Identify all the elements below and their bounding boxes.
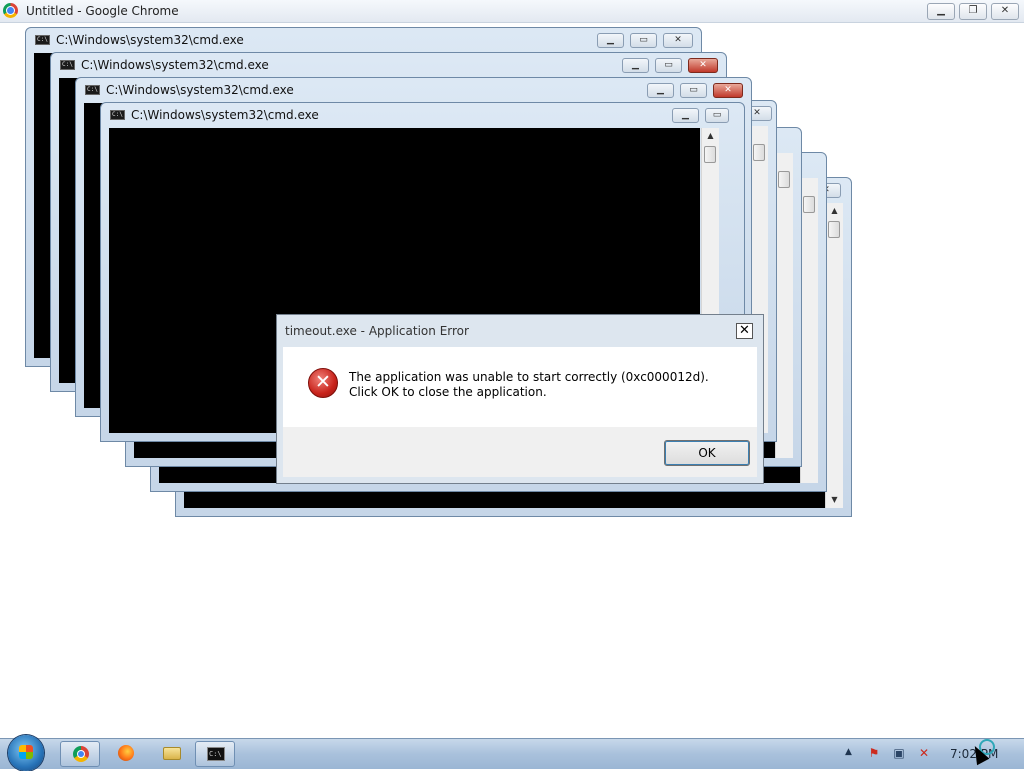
scroll-up-icon[interactable]: ▲ — [826, 203, 843, 219]
scroll-thumb[interactable] — [828, 221, 840, 238]
dialog-title: timeout.exe - Application Error — [285, 324, 469, 338]
chrome-icon — [73, 746, 89, 762]
vertical-scrollbar[interactable] — [800, 178, 818, 483]
application-error-dialog[interactable]: timeout.exe - Application Error ✕ ✕ The … — [276, 314, 764, 484]
scroll-thumb[interactable] — [778, 171, 790, 188]
maximize-button[interactable]: ▭ — [705, 108, 729, 123]
cmd-icon: C:\ — [35, 35, 50, 45]
maximize-button[interactable]: ▭ — [630, 33, 657, 48]
minimize-button[interactable]: ▁ — [672, 108, 699, 123]
scroll-thumb[interactable] — [753, 144, 765, 161]
maximize-button[interactable]: ▭ — [680, 83, 707, 98]
scroll-down-icon[interactable]: ▼ — [826, 492, 843, 508]
start-button[interactable] — [8, 735, 44, 771]
volume-muted-icon[interactable]: ✕ — [916, 746, 932, 761]
vertical-scrollbar[interactable]: ▲ ▼ — [825, 203, 843, 508]
chrome-maximize-button[interactable]: ❐ — [959, 3, 987, 20]
firefox-icon — [118, 745, 134, 761]
window-title-bar[interactable]: C:\ C:\Windows\system32\cmd.exe ▁ ▭ ✕ — [51, 53, 726, 78]
window-title-bar[interactable]: C:\ C:\Windows\system32\cmd.exe ▁ ▭ — [101, 103, 744, 128]
chrome-icon — [3, 3, 18, 18]
taskbar-cmd[interactable]: C:\ — [195, 741, 235, 767]
close-button[interactable]: ✕ — [713, 83, 743, 98]
chrome-minimize-button[interactable]: ▁ — [927, 3, 955, 20]
ok-button[interactable]: OK — [664, 440, 750, 466]
show-hidden-icons-button[interactable]: ▲ — [845, 747, 852, 757]
taskbar-firefox[interactable] — [106, 741, 146, 767]
close-button[interactable]: ✕ — [688, 58, 718, 73]
window-title: C:\Windows\system32\cmd.exe — [131, 108, 319, 122]
maximize-button[interactable]: ▭ — [655, 58, 682, 73]
window-title-bar[interactable]: C:\ C:\Windows\system32\cmd.exe ▁ ▭ ✕ — [76, 78, 751, 103]
cmd-icon: C:\ — [207, 747, 225, 761]
action-center-flag-icon[interactable]: ⚑ — [866, 746, 882, 761]
cmd-icon: C:\ — [85, 85, 100, 95]
cmd-icon: C:\ — [110, 110, 125, 120]
scroll-thumb[interactable] — [704, 146, 716, 163]
dialog-content: ✕ The application was unable to start co… — [283, 347, 757, 427]
folder-icon — [163, 747, 181, 760]
chrome-title-bar[interactable]: Untitled - Google Chrome ▁ ❐ ✕ — [0, 0, 1024, 23]
window-title-bar[interactable]: C:\ C:\Windows\system32\cmd.exe ▁ ▭ ✕ — [26, 28, 701, 53]
minimize-button[interactable]: ▁ — [622, 58, 649, 73]
window-title: C:\Windows\system32\cmd.exe — [106, 83, 294, 97]
window-title: C:\Windows\system32\cmd.exe — [56, 33, 244, 47]
chrome-close-button[interactable]: ✕ — [991, 3, 1019, 20]
minimize-button[interactable]: ▁ — [647, 83, 674, 98]
vertical-scrollbar[interactable] — [775, 153, 793, 458]
error-message: The application was unable to start corr… — [349, 370, 709, 399]
scroll-thumb[interactable] — [803, 196, 815, 213]
scroll-up-icon[interactable]: ▲ — [702, 128, 719, 144]
taskbar-explorer[interactable] — [152, 741, 192, 767]
dialog-body: ✕ The application was unable to start co… — [283, 347, 757, 477]
dialog-close-button[interactable]: ✕ — [736, 323, 753, 339]
network-icon[interactable]: ▣ — [891, 746, 907, 761]
window-title: C:\Windows\system32\cmd.exe — [81, 58, 269, 72]
cmd-icon: C:\ — [60, 60, 75, 70]
close-button[interactable]: ✕ — [663, 33, 693, 48]
error-icon: ✕ — [308, 368, 338, 398]
minimize-button[interactable]: ▁ — [597, 33, 624, 48]
taskbar-chrome[interactable] — [60, 741, 100, 767]
taskbar: C:\ ▲ ⚑ ▣ ✕ 7:02 PM — [0, 735, 1024, 771]
chrome-window-title: Untitled - Google Chrome — [26, 4, 179, 18]
